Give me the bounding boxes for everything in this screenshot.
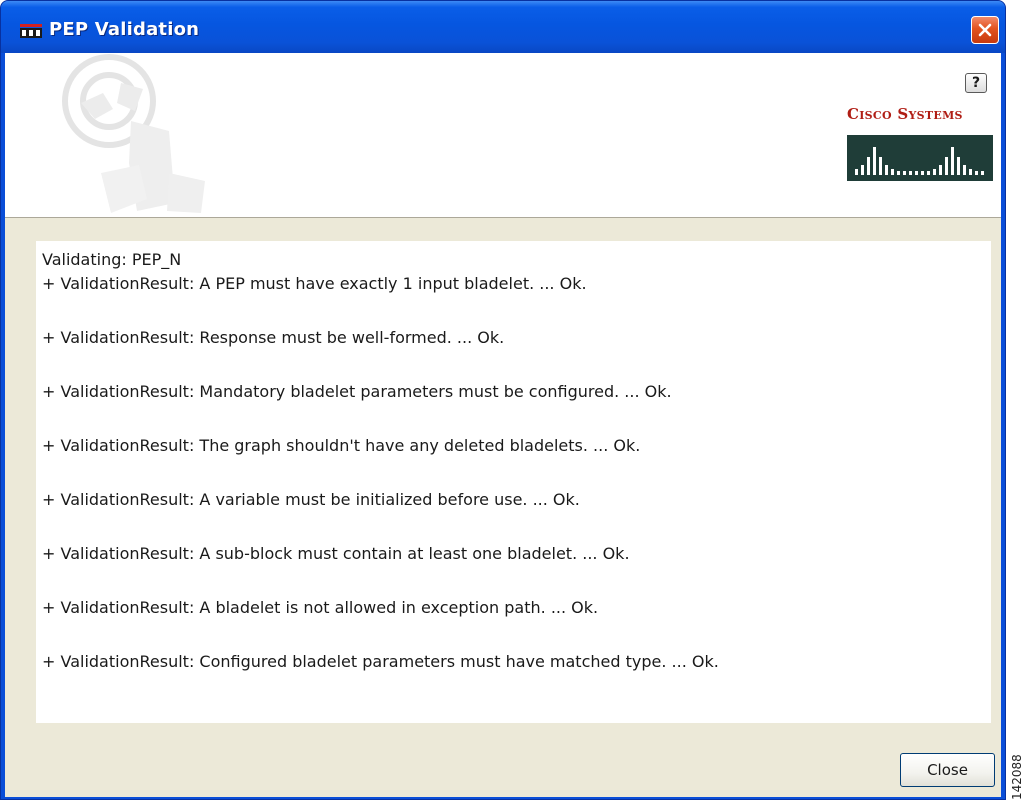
figure-number-text: 142088 bbox=[1010, 754, 1024, 800]
validation-result-line: + ValidationResult: Response must be wel… bbox=[42, 328, 505, 347]
validation-result-line: + ValidationResult: Mandatory bladelet p… bbox=[42, 382, 672, 401]
validation-result-line: + ValidationResult: A bladelet is not al… bbox=[42, 598, 599, 617]
watermark-graphic bbox=[62, 54, 205, 213]
validation-result-line: + ValidationResult: A variable must be i… bbox=[42, 490, 580, 509]
close-button[interactable]: Close bbox=[900, 753, 995, 787]
app-icon bbox=[20, 24, 42, 38]
validation-result-line: + ValidationResult: A sub-block must con… bbox=[42, 544, 630, 563]
banner: ? Cisco Systems bbox=[5, 53, 1001, 218]
title-bar[interactable]: PEP Validation bbox=[1, 1, 1005, 53]
help-button[interactable]: ? bbox=[965, 73, 987, 93]
window-close-button[interactable] bbox=[971, 16, 999, 44]
validation-result-line: + ValidationResult: Configured bladelet … bbox=[42, 652, 719, 671]
pep-validation-window: PEP Validation ? Cisco Systems Validatin… bbox=[0, 0, 1006, 800]
validating-label: Validating: PEP_N bbox=[42, 250, 182, 269]
window-title: PEP Validation bbox=[49, 19, 200, 40]
validation-result-line: + ValidationResult: A PEP must have exac… bbox=[42, 274, 587, 293]
cisco-bars-icon bbox=[847, 135, 993, 181]
close-icon bbox=[978, 23, 992, 37]
figure-number: 142088 bbox=[1008, 722, 1024, 800]
validation-log[interactable]: Validating: PEP_N + ValidationResult: A … bbox=[36, 241, 991, 723]
validation-result-line: + ValidationResult: The graph shouldn't … bbox=[42, 436, 641, 455]
cisco-logo: Cisco Systems bbox=[847, 105, 993, 181]
dialog-body: ? Cisco Systems Validating: PEP_N + Vali… bbox=[5, 53, 1001, 797]
cisco-logo-text: Cisco Systems bbox=[847, 105, 963, 123]
